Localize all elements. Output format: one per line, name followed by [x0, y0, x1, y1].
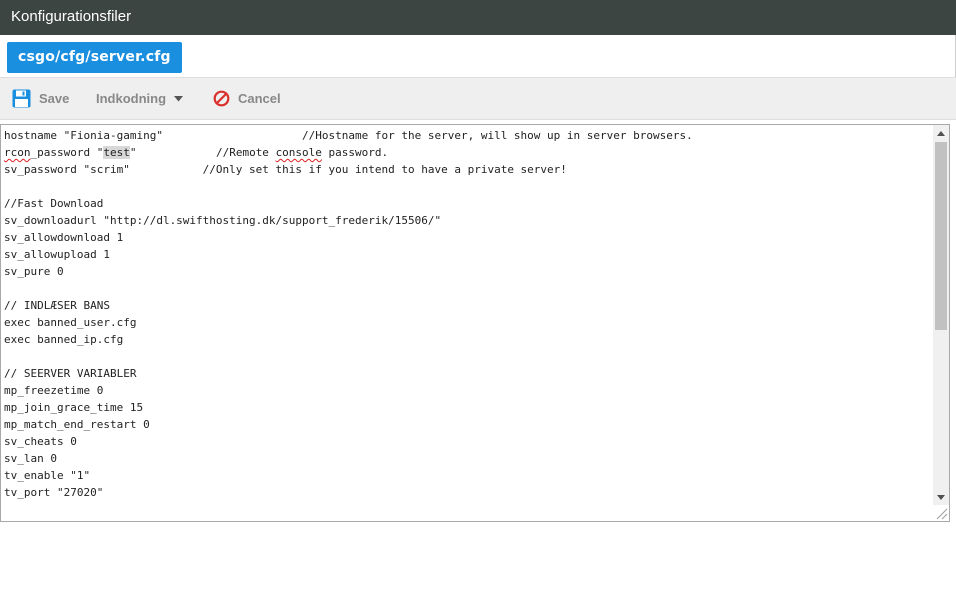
code-text-segment: sv_password "scrim" //Only set this if y…	[4, 163, 567, 176]
code-text-segment: sv_pure 0	[4, 265, 64, 278]
save-button-label: Save	[39, 91, 70, 106]
code-text-segment: sv_allowdownload 1	[4, 231, 124, 244]
file-tab-server-cfg[interactable]: csgo/cfg/server.cfg	[7, 42, 182, 73]
code-text-segment: sv_downloadurl "http://dl.swifthosting.d…	[4, 214, 442, 227]
resize-handle-icon[interactable]	[933, 505, 949, 521]
code-text-segment: password.	[321, 146, 389, 159]
editor-toolbar: Save Indkodning Cancel	[0, 77, 956, 120]
code-text-segment: // INDLÆSER BANS	[4, 299, 110, 312]
cancel-button[interactable]: Cancel	[213, 78, 281, 119]
code-line: tv_port "27020"	[4, 484, 929, 501]
scroll-down-arrow-icon[interactable]	[933, 489, 949, 505]
misspelled-word: rcon	[4, 146, 31, 159]
encoding-label: Indkodning	[96, 91, 167, 106]
code-text-segment: _password "	[30, 146, 104, 159]
code-line: sv_cheats 0	[4, 433, 929, 450]
code-line: //Fast Download	[4, 195, 929, 212]
code-text[interactable]: hostname "Fionia-gaming" //Hostname for …	[4, 127, 929, 521]
code-text-segment: sv_allowupload 1	[4, 248, 110, 261]
code-line: mp_join_grace_time 15	[4, 399, 929, 416]
code-text-segment: " //Remote	[129, 146, 276, 159]
code-text-segment: tv_enable "1"	[4, 469, 91, 482]
code-text-segment: tv_port "27020"	[4, 486, 104, 499]
code-line: sv_allowupload 1	[4, 246, 929, 263]
code-line: // SEERVER VARIABLER	[4, 365, 929, 382]
cancel-button-label: Cancel	[238, 91, 281, 106]
code-line: // INDLÆSER BANS	[4, 297, 929, 314]
encoding-dropdown[interactable]: Indkodning	[96, 78, 184, 119]
window-header: Konfigurationsfiler	[0, 0, 956, 35]
code-text-segment: hostname "Fionia-gaming" //Hostname for …	[4, 129, 693, 142]
file-tab-bar: csgo/cfg/server.cfg	[0, 35, 956, 77]
code-line: hostname "Fionia-gaming" //Hostname for …	[4, 127, 929, 144]
code-line: // BOT SETTINGS	[4, 518, 929, 521]
code-text-segment: exec banned_user.cfg	[4, 316, 137, 329]
code-text-segment: sv_lan 0	[4, 452, 57, 465]
code-text-segment: //Fast Download	[4, 197, 104, 210]
code-line: sv_lan 0	[4, 450, 929, 467]
floppy-disk-icon	[12, 89, 31, 108]
code-text-segment: mp_match_end_restart 0	[4, 418, 150, 431]
page-title: Konfigurationsfiler	[11, 8, 132, 25]
ban-icon	[213, 90, 230, 107]
code-line: sv_pure 0	[4, 263, 929, 280]
code-text-segment: // BOT SETTINGS	[4, 520, 103, 521]
code-line: sv_password "scrim" //Only set this if y…	[4, 161, 929, 178]
code-line: exec banned_user.cfg	[4, 314, 929, 331]
code-text-segment: mp_freezetime 0	[4, 384, 104, 397]
code-line: tv_enable "1"	[4, 467, 929, 484]
selected-text: test	[103, 146, 130, 159]
scrollbar-thumb[interactable]	[935, 142, 947, 330]
code-line: exec banned_ip.cfg	[4, 331, 929, 348]
scroll-up-arrow-icon[interactable]	[933, 125, 949, 141]
caret-down-icon	[174, 95, 184, 102]
code-line: mp_match_end_restart 0	[4, 416, 929, 433]
code-line: sv_allowdownload 1	[4, 229, 929, 246]
code-line: mp_freezetime 0	[4, 382, 929, 399]
code-text-segment: sv_cheats 0	[4, 435, 77, 448]
config-file-editor[interactable]: hostname "Fionia-gaming" //Hostname for …	[0, 124, 950, 522]
code-line: rcon_password "test" //Remote console pa…	[4, 144, 929, 161]
vertical-scrollbar[interactable]	[933, 125, 949, 505]
code-text-segment: // SEERVER VARIABLER	[4, 367, 137, 380]
code-text-segment: mp_join_grace_time 15	[4, 401, 144, 414]
code-text-segment: exec banned_ip.cfg	[4, 333, 124, 346]
save-button[interactable]: Save	[12, 78, 69, 119]
misspelled-word: console	[275, 146, 322, 159]
code-line: sv_downloadurl "http://dl.swifthosting.d…	[4, 212, 929, 229]
